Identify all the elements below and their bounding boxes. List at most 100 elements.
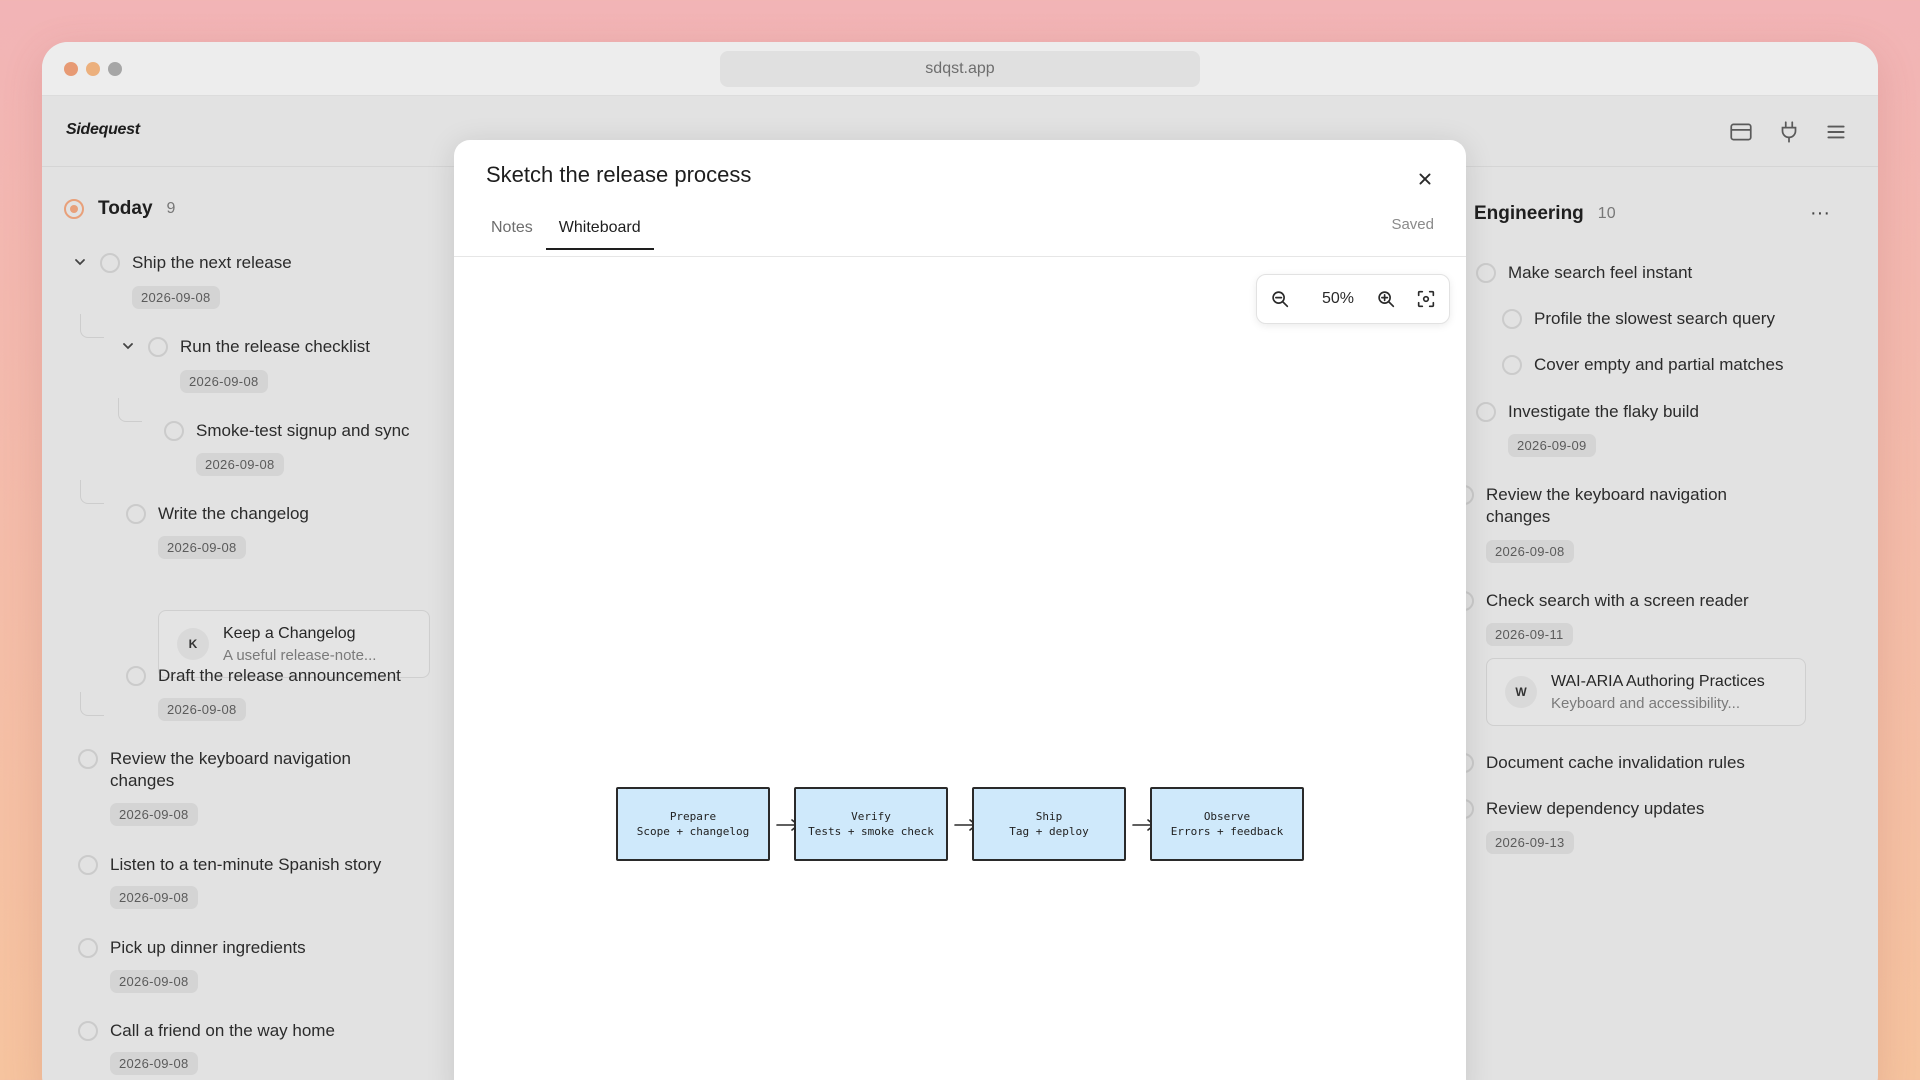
link-card[interactable]: W WAI-ARIA Authoring Practices Keyboard … (1486, 658, 1806, 726)
tab-notes[interactable]: Notes (478, 210, 546, 248)
task-item[interactable]: Review dependency updates (1454, 798, 1704, 820)
due-date-badge: 2026-09-08 (158, 698, 246, 721)
link-title: Keep a Changelog (223, 624, 356, 642)
tree-connector (80, 480, 104, 504)
task-modal: Sketch the release process Notes Whitebo… (454, 140, 1466, 1080)
task-checkbox[interactable] (148, 337, 168, 357)
due-date-badge: 2026-09-08 (1486, 540, 1574, 563)
engineering-header: Engineering 10 (1474, 203, 1616, 225)
flow-step-detail: Tests + smoke check (808, 825, 934, 838)
today-header: Today 9 (64, 198, 175, 220)
due-date-badge: 2026-09-13 (1486, 831, 1574, 854)
browser-titlebar: sdqst.app (42, 42, 1878, 96)
task-title: Pick up dinner ingredients (110, 938, 306, 957)
task-item[interactable]: Review the keyboard navigation changes (78, 748, 398, 792)
task-item[interactable]: Draft the release announcement (126, 665, 401, 687)
layout-icon[interactable] (1728, 119, 1754, 145)
link-subtitle: A useful release-note... (223, 646, 377, 664)
task-title: Review the keyboard navigation changes (1486, 485, 1727, 526)
task-item[interactable]: Smoke-test signup and sync (164, 420, 410, 442)
tree-connector (118, 398, 142, 422)
task-item[interactable]: Write the changelog (126, 503, 309, 525)
task-checkbox[interactable] (78, 1021, 98, 1041)
engineering-column: Engineering 10 ··· Make search feel inst… (1454, 168, 1878, 1080)
due-date-badge: 2026-09-08 (110, 886, 198, 909)
due-date-badge: 2026-09-09 (1508, 434, 1596, 457)
menu-icon[interactable] (1823, 119, 1849, 145)
task-title: Document cache invalidation rules (1486, 753, 1745, 772)
task-checkbox[interactable] (126, 504, 146, 524)
today-title: Today (98, 198, 153, 219)
flow-step-title: Verify (851, 810, 891, 823)
flow-step-box[interactable]: Observe Errors + feedback (1150, 787, 1304, 861)
task-item[interactable]: Investigate the flaky build (1476, 401, 1699, 423)
task-title: Make search feel instant (1508, 263, 1693, 282)
chevron-down-icon[interactable] (120, 338, 136, 354)
flow-step-title: Prepare (669, 810, 717, 823)
task-checkbox[interactable] (1476, 402, 1496, 422)
due-date-badge: 2026-09-11 (1486, 623, 1573, 646)
minimize-window-button[interactable] (86, 62, 100, 76)
due-date-badge: 2026-09-08 (110, 1052, 198, 1075)
engineering-count: 10 (1597, 205, 1616, 222)
modal-title: Sketch the release process (486, 162, 752, 187)
maximize-window-button[interactable] (108, 62, 122, 76)
tree-connector (80, 692, 104, 716)
task-item[interactable]: Review the keyboard navigation changes (1454, 484, 1754, 528)
task-item[interactable]: Cover empty and partial matches (1502, 354, 1783, 376)
task-title: Ship the next release (132, 253, 292, 272)
zoom-level: 50% (1321, 290, 1355, 307)
task-item[interactable]: Document cache invalidation rules (1454, 752, 1745, 774)
chevron-down-icon[interactable] (72, 254, 88, 270)
today-column: Today 9 Ship the next release 2026-09-08… (42, 168, 462, 1080)
fit-to-screen-icon[interactable] (1415, 288, 1437, 310)
flow-step-title: Ship (1035, 810, 1063, 823)
close-icon[interactable] (1414, 168, 1436, 190)
url-bar[interactable]: sdqst.app (720, 51, 1200, 87)
zoom-in-icon[interactable] (1375, 288, 1397, 310)
task-checkbox[interactable] (100, 253, 120, 273)
today-count: 9 (166, 200, 176, 217)
close-window-button[interactable] (64, 62, 78, 76)
task-item[interactable]: Run the release checklist (148, 336, 370, 358)
task-title: Listen to a ten-minute Spanish story (110, 855, 382, 874)
link-title: WAI-ARIA Authoring Practices (1551, 672, 1765, 690)
link-subtitle: Keyboard and accessibility... (1551, 694, 1740, 712)
task-checkbox[interactable] (164, 421, 184, 441)
today-icon (64, 199, 84, 219)
zoom-controls: 50% (1256, 274, 1450, 324)
task-checkbox[interactable] (126, 666, 146, 686)
zoom-out-icon[interactable] (1269, 288, 1291, 310)
task-item[interactable]: Ship the next release (100, 252, 292, 274)
app-logo[interactable]: Sidequest (66, 121, 140, 139)
flow-step-detail: Errors + feedback (1170, 825, 1284, 838)
due-date-badge: 2026-09-08 (110, 803, 198, 826)
task-item[interactable]: Profile the slowest search query (1502, 308, 1775, 330)
task-checkbox[interactable] (1502, 309, 1522, 329)
task-item[interactable]: Call a friend on the way home (78, 1020, 335, 1042)
due-date-badge: 2026-09-08 (196, 453, 284, 476)
task-title: Check search with a screen reader (1486, 591, 1749, 610)
task-checkbox[interactable] (78, 938, 98, 958)
due-date-badge: 2026-09-08 (158, 536, 246, 559)
task-checkbox[interactable] (78, 749, 98, 769)
task-title: Profile the slowest search query (1534, 309, 1775, 328)
more-options-icon[interactable]: ··· (1808, 203, 1832, 230)
task-title: Review dependency updates (1486, 799, 1705, 818)
task-checkbox[interactable] (1502, 355, 1522, 375)
flow-step-box[interactable]: Verify Tests + smoke check (794, 787, 948, 861)
due-date-badge: 2026-09-08 (110, 970, 198, 993)
flow-step-box[interactable]: Ship Tag + deploy (972, 787, 1126, 861)
flow-step-box[interactable]: Prepare Scope + changelog (616, 787, 770, 861)
plug-icon[interactable] (1776, 119, 1802, 145)
due-date-badge: 2026-09-08 (132, 286, 220, 309)
task-checkbox[interactable] (78, 855, 98, 875)
task-item[interactable]: Pick up dinner ingredients (78, 937, 306, 959)
tab-whiteboard[interactable]: Whiteboard (545, 210, 654, 250)
task-item[interactable]: Listen to a ten-minute Spanish story (78, 854, 381, 876)
task-title: Smoke-test signup and sync (196, 421, 410, 440)
task-title: Draft the release announcement (158, 666, 401, 685)
task-item[interactable]: Check search with a screen reader (1454, 590, 1749, 612)
task-item[interactable]: Make search feel instant (1476, 262, 1692, 284)
task-checkbox[interactable] (1476, 263, 1496, 283)
